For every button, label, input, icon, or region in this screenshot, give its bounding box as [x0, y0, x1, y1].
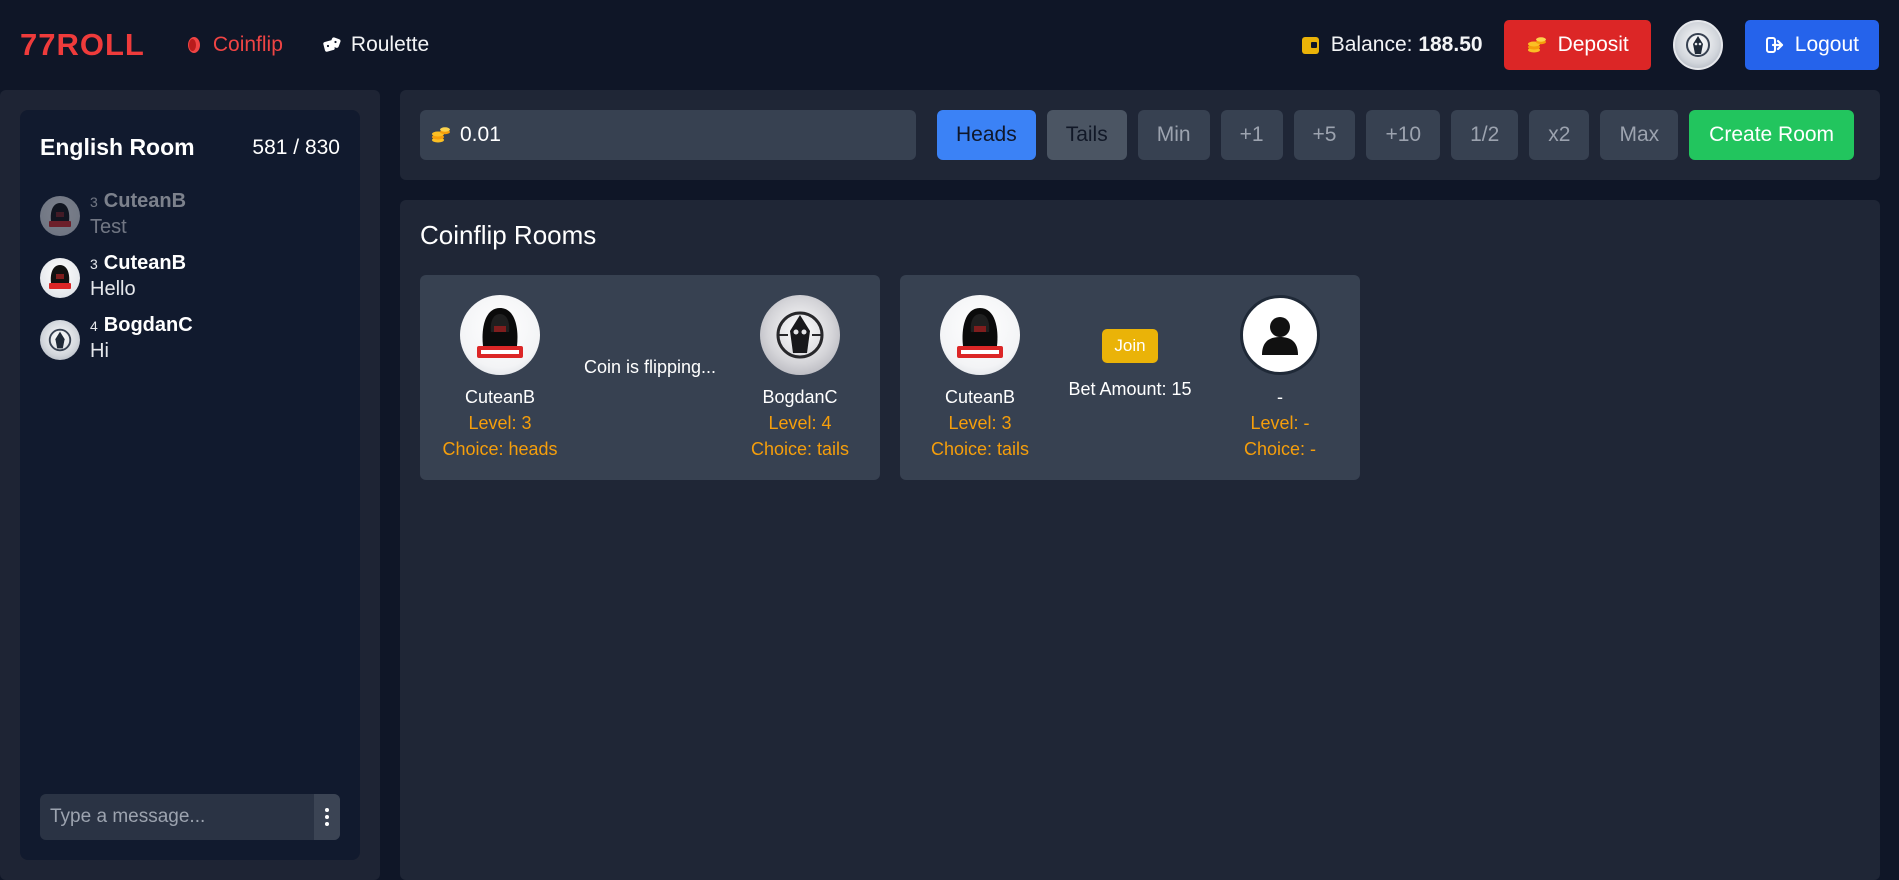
plus-10-button[interactable]: +10 — [1366, 110, 1441, 160]
main-nav: Coinflip Roulette — [185, 33, 429, 57]
coins-icon — [1527, 37, 1546, 53]
bet-amount-input[interactable] — [460, 123, 916, 147]
player-level: Level: - — [1250, 413, 1310, 433]
reaper-icon — [48, 328, 72, 352]
room-card[interactable]: CuteanB Level: 3 Choice: tails Join Bet … — [900, 275, 1360, 480]
player-level: Level: 4 — [768, 413, 832, 433]
chat-text: Test — [90, 216, 127, 238]
tails-button[interactable]: Tails — [1046, 110, 1127, 160]
deposit-label: Deposit — [1557, 33, 1629, 56]
player-choice: Choice: heads — [442, 439, 558, 459]
team-agg-avatar[interactable] — [40, 258, 80, 298]
kebab-menu-icon — [325, 808, 329, 826]
balance-value: 188.50 — [1418, 33, 1483, 56]
flip-status: Coin is flipping... — [583, 357, 717, 377]
chat-text: Hello — [90, 278, 136, 300]
bet-amount-label: Bet Amount: 15 — [1068, 379, 1192, 399]
reaper-icon — [776, 311, 824, 359]
logout-button[interactable]: Logout — [1744, 20, 1879, 70]
hooded-figure-icon — [49, 203, 71, 227]
nav-roulette[interactable]: Roulette — [323, 33, 429, 57]
top-header: 77ROLL Coinflip Roulette Balance: 188.50 — [0, 0, 1899, 90]
reaper-avatar — [760, 295, 840, 375]
user-avatar[interactable] — [1672, 20, 1723, 70]
create-room-button[interactable]: Create Room — [1689, 110, 1855, 160]
room-player-left: CuteanB Level: 3 Choice: heads — [430, 295, 570, 460]
empty-user-avatar — [1240, 295, 1320, 375]
coins-icon — [432, 127, 450, 143]
plus-1-button[interactable]: +1 — [1220, 110, 1283, 160]
player-choice: Choice: tails — [750, 439, 850, 459]
chat-username[interactable]: CuteanB — [104, 252, 186, 275]
max-button[interactable]: Max — [1600, 110, 1679, 160]
coin-icon — [187, 37, 200, 53]
player-name: CuteanB — [944, 387, 1016, 407]
chat-panel: English Room 581 / 830 3 CuteanB Test 3 … — [20, 110, 360, 860]
hooded-figure-icon — [49, 265, 71, 289]
bet-controls: Heads Tails Min +1 +5 +10 1/2 x2 Max Cre… — [400, 90, 1880, 180]
chat-messages: 3 CuteanB Test 3 CuteanB Hello 4 BogdanC… — [40, 190, 340, 376]
chat-message: 3 CuteanB Hello — [40, 252, 340, 301]
room-status-area: Join Bet Amount: 15 — [1050, 275, 1210, 480]
player-level: Level: 3 — [468, 413, 532, 433]
room-status-area: Coin is flipping... — [570, 275, 730, 480]
deposit-button[interactable]: Deposit — [1503, 20, 1651, 70]
chat-header: English Room 581 / 830 — [40, 134, 340, 161]
chat-input-container — [40, 794, 340, 840]
player-name: - — [1277, 387, 1283, 407]
chat-username[interactable]: CuteanB — [104, 190, 186, 213]
chat-options-button[interactable] — [314, 794, 340, 840]
nav-coinflip-label: Coinflip — [212, 33, 283, 56]
logout-label: Logout — [1794, 33, 1859, 56]
min-button[interactable]: Min — [1137, 110, 1210, 160]
header-actions: Balance: 188.50 Deposit Logout — [1301, 20, 1879, 70]
bet-buttons: Heads Tails Min +1 +5 +10 1/2 x2 Max Cre… — [937, 110, 1855, 160]
nav-roulette-label: Roulette — [350, 33, 430, 56]
chat-message-input[interactable] — [40, 794, 314, 840]
sidebar: English Room 581 / 830 3 CuteanB Test 3 … — [0, 90, 380, 880]
chat-room-name: English Room — [40, 134, 195, 160]
hooded-figure-icon — [957, 308, 1003, 358]
player-name: CuteanB — [464, 387, 536, 407]
chat-level: 3 — [90, 256, 98, 272]
dice-icon — [323, 37, 341, 52]
logout-icon — [1765, 37, 1783, 53]
player-choice: Choice: - — [1243, 439, 1317, 459]
chat-level: 3 — [90, 194, 98, 210]
room-player-right: BogdanC Level: 4 Choice: tails — [730, 295, 870, 460]
coinflip-rooms-panel: Coinflip Rooms CuteanB Level: 3 Choice: … — [400, 200, 1880, 880]
user-silhouette-icon — [1262, 317, 1298, 355]
chat-text: Hi — [90, 340, 109, 362]
balance-display: Balance: 188.50 — [1301, 33, 1483, 57]
room-player-left: CuteanB Level: 3 Choice: tails — [910, 295, 1050, 460]
nav-coinflip[interactable]: Coinflip — [185, 33, 283, 57]
half-button[interactable]: 1/2 — [1451, 110, 1519, 160]
balance-label: Balance: — [1330, 33, 1413, 56]
plus-5-button[interactable]: +5 — [1293, 110, 1356, 160]
double-button[interactable]: x2 — [1529, 110, 1590, 160]
chat-message: 3 CuteanB Test — [40, 190, 340, 239]
chat-level: 4 — [90, 318, 98, 334]
room-card[interactable]: CuteanB Level: 3 Choice: heads Coin is f… — [420, 275, 880, 480]
heads-button[interactable]: Heads — [937, 110, 1036, 160]
team-agg-avatar — [940, 295, 1020, 375]
chat-online-count: 581 / 830 — [252, 135, 340, 159]
reaper-avatar[interactable] — [40, 320, 80, 360]
chat-username[interactable]: BogdanC — [104, 314, 193, 337]
wallet-icon — [1301, 36, 1319, 54]
player-name: BogdanC — [762, 387, 838, 407]
chat-message: 4 BogdanC Hi — [40, 314, 340, 363]
team-agg-avatar[interactable] — [40, 196, 80, 236]
join-room-button[interactable]: Join — [1102, 329, 1158, 363]
player-level: Level: 3 — [948, 413, 1012, 433]
bet-amount-field — [420, 110, 916, 160]
rooms-title: Coinflip Rooms — [420, 220, 597, 250]
player-choice: Choice: tails — [930, 439, 1030, 459]
site-logo[interactable]: 77ROLL — [20, 27, 145, 63]
room-player-right: - Level: - Choice: - — [1210, 295, 1350, 460]
reaper-icon — [1685, 33, 1710, 57]
team-agg-avatar — [460, 295, 540, 375]
hooded-figure-icon — [477, 308, 523, 358]
